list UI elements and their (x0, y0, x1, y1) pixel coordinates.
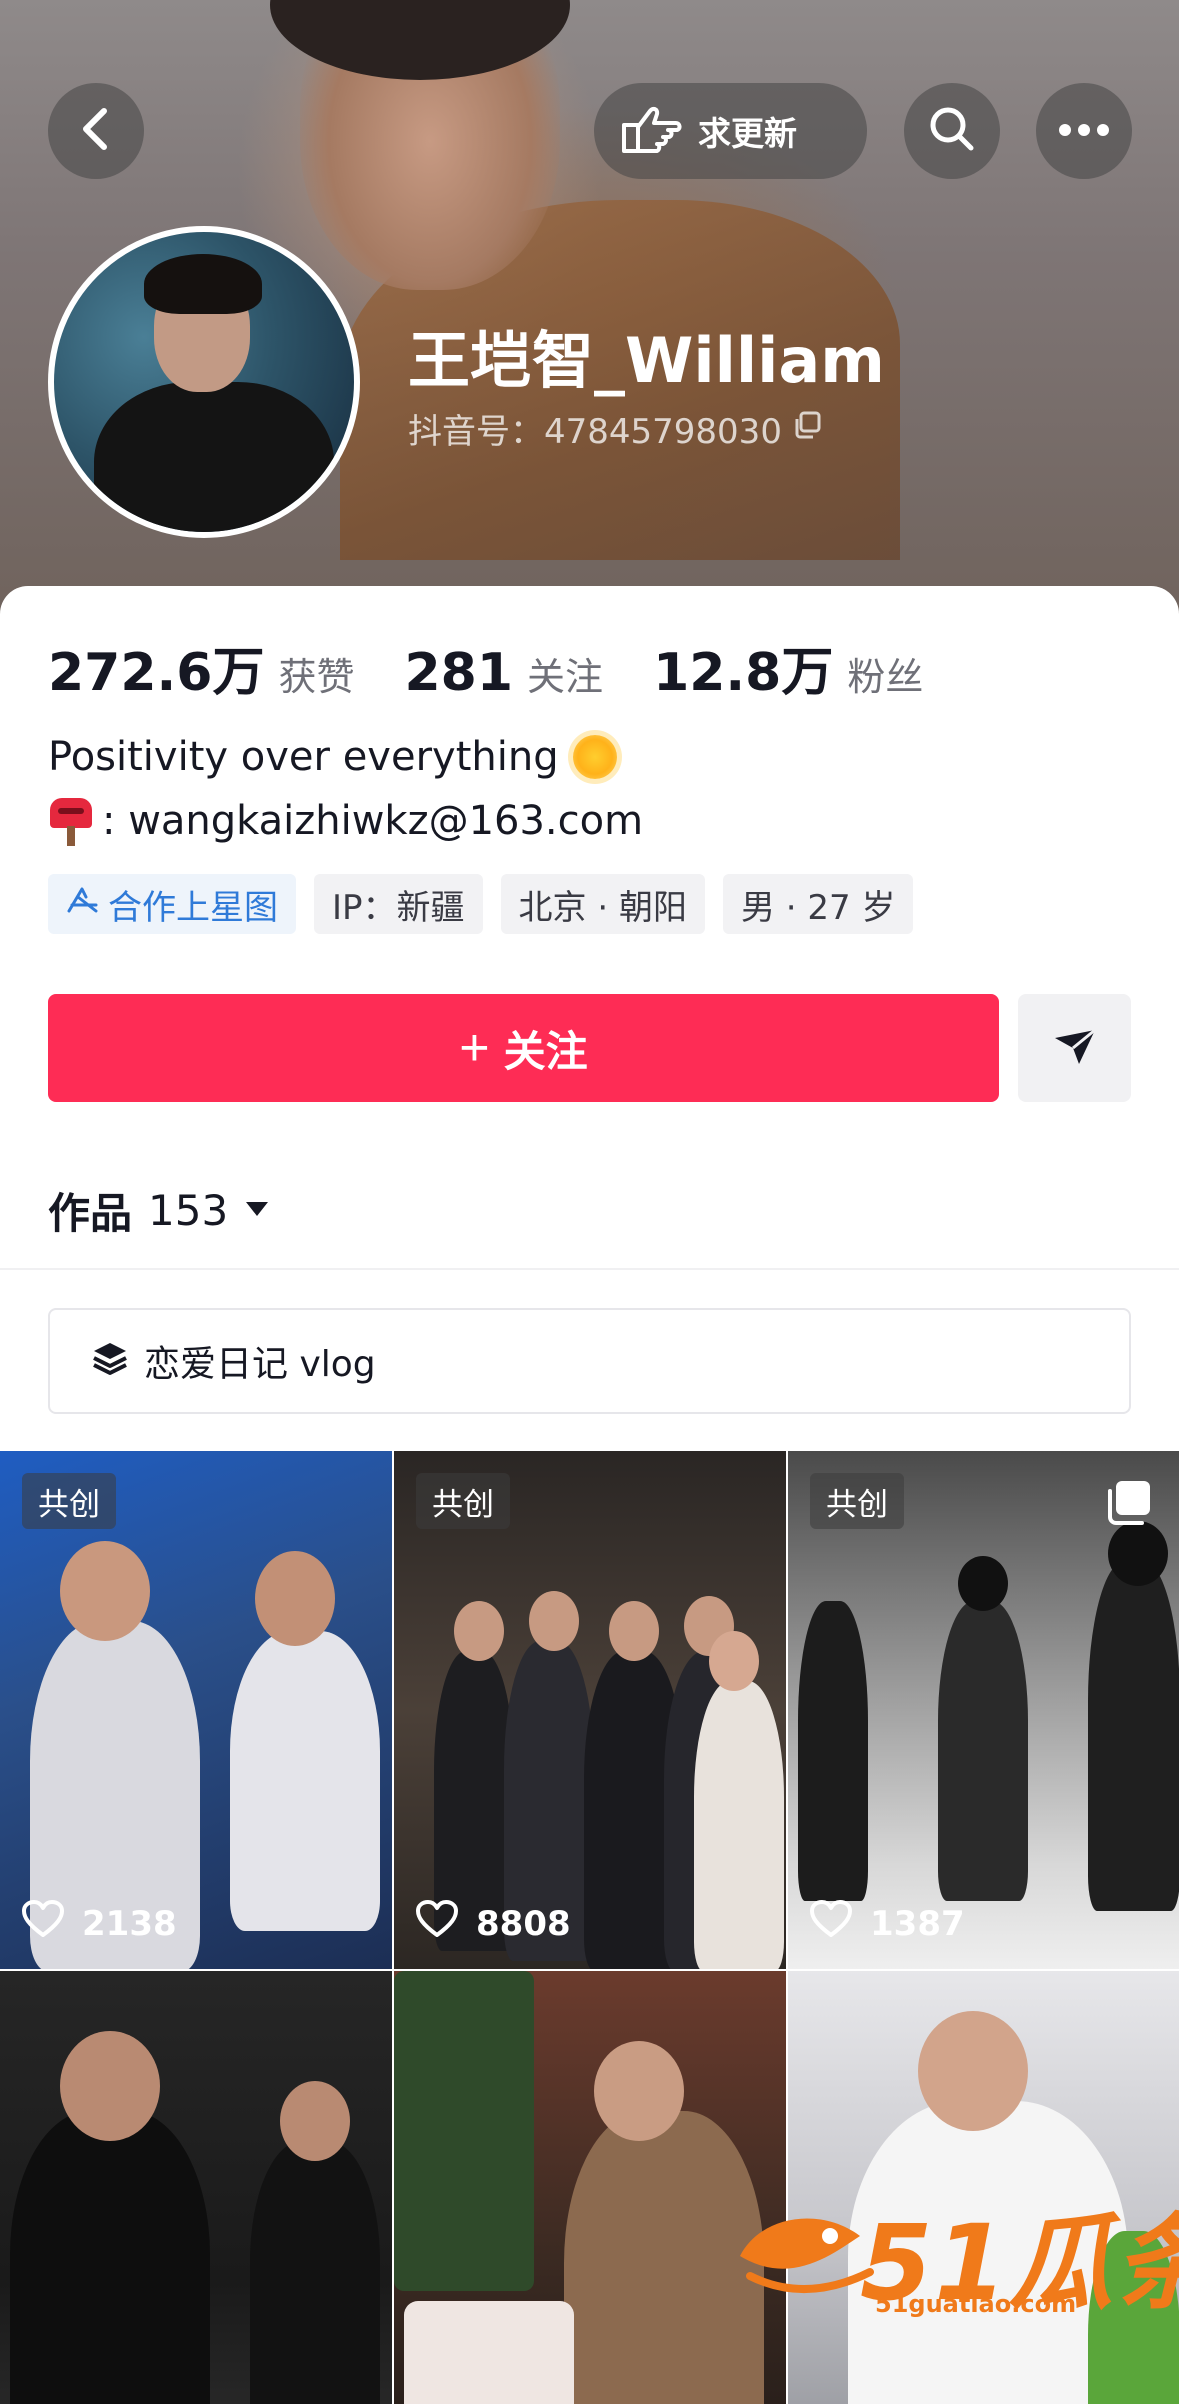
sun-icon (572, 735, 617, 779)
location-tag: 北京 · 朝阳 (500, 874, 705, 934)
stat-followers[interactable]: 12.8万 粉丝 (653, 630, 923, 705)
send-message-button[interactable] (1018, 994, 1131, 1102)
collection-label: 恋爱日记 vlog (144, 1344, 376, 1385)
stat-likes-label: 获赞 (278, 655, 355, 699)
tab-divider (0, 1268, 1179, 1270)
request-update-button[interactable]: 求更新 (594, 83, 867, 179)
works-tab-count: 153 (148, 1186, 229, 1235)
multi-image-icon (1104, 1477, 1154, 1531)
copy-icon[interactable] (792, 409, 822, 449)
bio-email-text: : wangkaizhiwkz@163.com (102, 798, 644, 844)
works-tab[interactable]: 作品 153 (48, 1180, 270, 1241)
stat-following[interactable]: 281 关注 (405, 643, 604, 703)
more-options-button[interactable] (1036, 83, 1132, 179)
stat-following-value: 281 (404, 643, 514, 703)
gender-age-tag: 男 · 27 岁 (722, 874, 914, 934)
stat-following-label: 关注 (527, 655, 604, 699)
search-button[interactable] (904, 83, 1000, 179)
video-tile[interactable]: 共创 8808 (394, 1451, 786, 1969)
plus-icon: + (459, 1019, 490, 1077)
profile-stats: 272.6万 获赞 281 关注 12.8万 粉丝 (48, 630, 973, 705)
more-dots-icon (1058, 122, 1110, 141)
profile-tags: 合作上星图 IP：新疆 北京 · 朝阳 男 · 27 岁 (48, 874, 914, 934)
back-button[interactable] (48, 83, 144, 179)
co-create-badge: 共创 (22, 1473, 116, 1529)
paper-plane-icon (1053, 1026, 1097, 1070)
watermark-url: 51guatiao.com (875, 2290, 1077, 2318)
heart-icon (416, 1900, 458, 1947)
profile-avatar[interactable] (48, 226, 360, 538)
video-tile[interactable]: 共创 1387 (788, 1451, 1179, 1969)
xingtu-icon (66, 884, 100, 924)
video-likes: 8808 (416, 1900, 571, 1947)
video-likes: 2138 (22, 1900, 177, 1947)
douyin-id: 抖音号：47845798030 (408, 404, 822, 453)
xingtu-label: 合作上星图 (108, 887, 278, 928)
video-tile[interactable]: 共创 2138 (0, 1451, 392, 1969)
video-tile[interactable] (0, 1971, 392, 2404)
pointing-hand-icon (618, 101, 682, 161)
stat-likes-value: 272.6万 (48, 643, 265, 703)
ip-tag: IP：新疆 (314, 874, 483, 934)
chevron-left-icon (76, 105, 116, 157)
caret-down-icon[interactable] (244, 1199, 270, 1223)
co-create-badge: 共创 (810, 1473, 904, 1529)
collection-entry[interactable]: 恋爱日记 vlog (48, 1308, 1131, 1414)
video-tile[interactable] (394, 1971, 786, 2404)
heart-icon (810, 1900, 852, 1947)
site-watermark: 51瓜条 51guatiao.com (730, 2186, 1179, 2326)
bio-line-2: : wangkaizhiwkz@163.com (48, 796, 643, 846)
co-create-badge: 共创 (416, 1473, 510, 1529)
mailbox-icon (48, 796, 94, 846)
search-icon (926, 103, 978, 159)
profile-name: 王垲智_William (408, 324, 885, 397)
video-likes-count: 2138 (82, 1903, 177, 1944)
video-likes-count: 8808 (476, 1903, 571, 1944)
stat-followers-label: 粉丝 (847, 655, 924, 699)
xingtu-tag[interactable]: 合作上星图 (48, 874, 296, 934)
stat-likes[interactable]: 272.6万 获赞 (48, 630, 355, 705)
works-tab-label: 作品 (48, 1189, 133, 1238)
bio-line-1-text: Positivity over everything (48, 734, 559, 780)
bio-line-1: Positivity over everything (48, 734, 617, 780)
stat-followers-value: 12.8万 (653, 643, 834, 703)
video-likes: 1387 (810, 1900, 965, 1947)
layers-icon (90, 1339, 130, 1383)
follow-label: 关注 (503, 1027, 588, 1075)
video-likes-count: 1387 (870, 1903, 965, 1944)
fish-logo-icon (730, 2196, 880, 2310)
request-update-label: 求更新 (698, 114, 797, 153)
douyin-id-text: 抖音号：47845798030 (408, 412, 782, 452)
follow-button[interactable]: + 关注 (48, 994, 999, 1102)
heart-icon (22, 1900, 64, 1947)
